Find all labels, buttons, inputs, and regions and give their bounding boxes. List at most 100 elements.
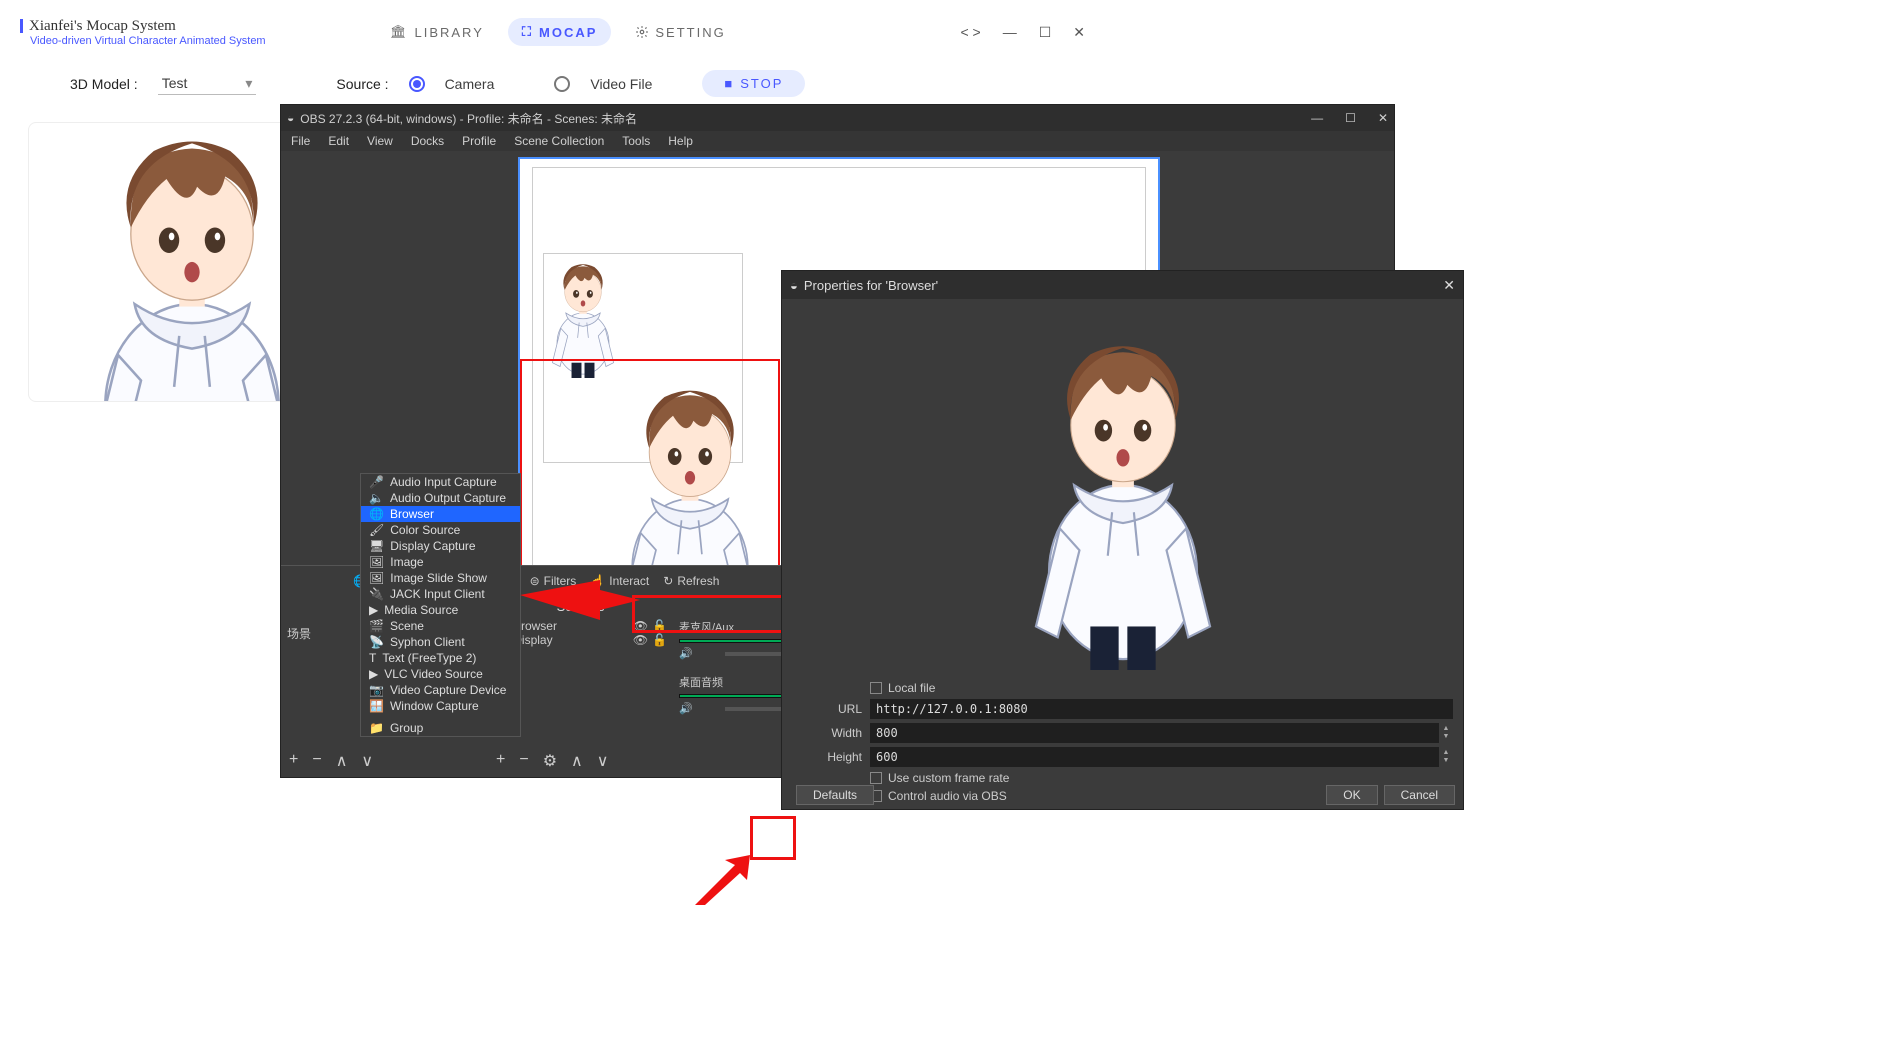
menu-docks[interactable]: Docks [411, 134, 444, 148]
menu-item-icon: 🖼 [369, 571, 384, 585]
stop-button[interactable]: ■ STOP [702, 70, 805, 97]
defaults-button[interactable]: Defaults [796, 785, 874, 805]
menu-item-media-source[interactable]: ▶Media Source [361, 602, 520, 618]
radio-camera[interactable] [409, 76, 425, 92]
source-down-button[interactable]: ∨ [597, 751, 609, 771]
minimize-button[interactable]: — [1003, 24, 1017, 40]
menu-item-label: Image [390, 555, 423, 569]
radio-videofile-label: Video File [590, 76, 652, 92]
obs-close-button[interactable]: ✕ [1378, 111, 1388, 125]
menu-item-label: Display Capture [390, 539, 475, 553]
menu-view[interactable]: View [367, 134, 393, 148]
scene-up-button[interactable]: ∧ [336, 751, 348, 771]
model-value: Test [162, 75, 188, 91]
menu-item-syphon-client[interactable]: 📡Syphon Client [361, 634, 520, 650]
menu-item-vlc-video-source[interactable]: ▶ VLC Video Source [361, 666, 520, 682]
width-spinner[interactable]: ▲▼ [1439, 725, 1453, 741]
menu-item-icon: 🖌 [369, 523, 384, 537]
width-input[interactable] [870, 723, 1439, 743]
height-spinner[interactable]: ▲▼ [1439, 749, 1453, 765]
props-title: Properties for 'Browser' [804, 278, 938, 293]
menu-item-image[interactable]: 🖼Image [361, 554, 520, 570]
close-button[interactable]: ✕ [1073, 24, 1085, 41]
menu-item-icon: 🎤 [369, 475, 384, 489]
model-select[interactable]: Test ▾ [158, 73, 257, 95]
menu-item-text-freetype-2-[interactable]: TText (FreeType 2) [361, 650, 520, 666]
tab-setting-label: SETTING [655, 25, 725, 40]
scene-down-button[interactable]: ∨ [361, 751, 373, 771]
menu-edit[interactable]: Edit [328, 134, 349, 148]
props-close-button[interactable]: ✕ [1443, 277, 1455, 294]
tb-refresh-label: Refresh [677, 574, 719, 588]
menu-item-icon: 📡 [369, 635, 384, 649]
menu-item-browser[interactable]: 🌐Browser [361, 506, 520, 522]
menu-item-window-capture[interactable]: 🪟Window Capture [361, 698, 520, 714]
tab-mocap[interactable]: ⛶ MOCAP [508, 18, 612, 46]
source-add-menu: 🎤Audio Input Capture🔈Audio Output Captur… [360, 473, 521, 737]
menu-file[interactable]: File [291, 134, 310, 148]
menu-item-group[interactable]: 📁Group [361, 720, 520, 736]
menu-item-audio-input-capture[interactable]: 🎤Audio Input Capture [361, 474, 520, 490]
menu-item-label: JACK Input Client [390, 587, 485, 601]
lock-icon[interactable]: 🔓 [652, 633, 667, 647]
menu-item-color-source[interactable]: 🖌Color Source [361, 522, 520, 538]
source-gear-button[interactable]: ⚙ [543, 751, 557, 771]
source-remove-button[interactable]: − [519, 751, 528, 771]
menu-tools[interactable]: Tools [622, 134, 650, 148]
ok-button[interactable]: OK [1326, 785, 1377, 805]
custom-fps-checkbox[interactable] [870, 772, 882, 784]
eye-icon[interactable]: 👁 [633, 633, 648, 647]
viewport-3d[interactable] [28, 122, 288, 402]
cancel-button[interactable]: Cancel [1384, 785, 1455, 805]
menu-item-label: Media Source [384, 603, 458, 617]
menu-profile[interactable]: Profile [462, 134, 496, 148]
menu-item-jack-input-client[interactable]: 🔌JACK Input Client [361, 586, 520, 602]
code-button[interactable]: < > [960, 24, 980, 40]
menu-item-label: Window Capture [390, 699, 479, 713]
menu-item-icon: 🖥 [369, 539, 384, 553]
source-up-button[interactable]: ∧ [571, 751, 583, 771]
menu-item-label: VLC Video Source [384, 667, 483, 681]
obs-title: OBS 27.2.3 (64-bit, windows) - Profile: … [300, 110, 637, 127]
menu-item-icon: T [369, 651, 376, 665]
menu-item-label: Video Capture Device [390, 683, 507, 697]
arrow-annotation [520, 580, 640, 630]
url-input[interactable] [870, 699, 1453, 719]
app-title: Xianfei's Mocap System [29, 18, 176, 35]
obs-min-button[interactable]: — [1311, 111, 1323, 125]
height-input[interactable] [870, 747, 1439, 767]
stop-label: STOP [740, 76, 783, 91]
menu-item-video-capture-device[interactable]: 📷 Video Capture Device [361, 682, 520, 698]
source-add-button[interactable]: + [496, 751, 505, 771]
menu-item-audio-output-capture[interactable]: 🔈Audio Output Capture [361, 490, 520, 506]
menu-item-scene[interactable]: 🎬Scene [361, 618, 520, 634]
menu-help[interactable]: Help [668, 134, 693, 148]
local-file-checkbox[interactable] [870, 682, 882, 694]
menu-item-icon: 📷 [369, 683, 384, 697]
menu-item-icon: 🔈 [369, 491, 384, 505]
chevron-down-icon: ▾ [245, 75, 252, 92]
menu-item-display-capture[interactable]: 🖥 Display Capture [361, 538, 520, 554]
menu-item-label: Scene [390, 619, 424, 633]
menu-item-image-slide-show[interactable]: 🖼Image Slide Show [361, 570, 520, 586]
app-subtitle: Video-driven Virtual Character Animated … [30, 35, 266, 47]
obs-max-button[interactable]: ☐ [1345, 111, 1356, 125]
tab-setting[interactable]: SETTING [621, 18, 739, 46]
menu-item-icon: 🌐 [369, 507, 384, 521]
menu-scenecoll[interactable]: Scene Collection [514, 134, 604, 148]
scan-icon: ⛶ [522, 24, 533, 40]
url-label: URL [792, 702, 870, 716]
tab-library[interactable]: 🏛 LIBRARY [376, 18, 498, 46]
obs-logo-icon: ◒ [287, 111, 294, 125]
model-label: 3D Model : [70, 76, 138, 92]
tb-refresh[interactable]: ↻Refresh [663, 574, 719, 588]
scene-add-button[interactable]: + [289, 751, 298, 771]
tab-mocap-label: MOCAP [539, 25, 597, 40]
maximize-button[interactable]: ☐ [1039, 24, 1052, 41]
menu-item-icon: ▶ [369, 667, 378, 681]
radio-videofile[interactable] [554, 76, 570, 92]
speaker-icon: 🔊 [679, 702, 693, 715]
gear-icon [635, 25, 649, 39]
scene-remove-button[interactable]: − [312, 751, 321, 771]
menu-item-icon: 📁 [369, 721, 384, 735]
